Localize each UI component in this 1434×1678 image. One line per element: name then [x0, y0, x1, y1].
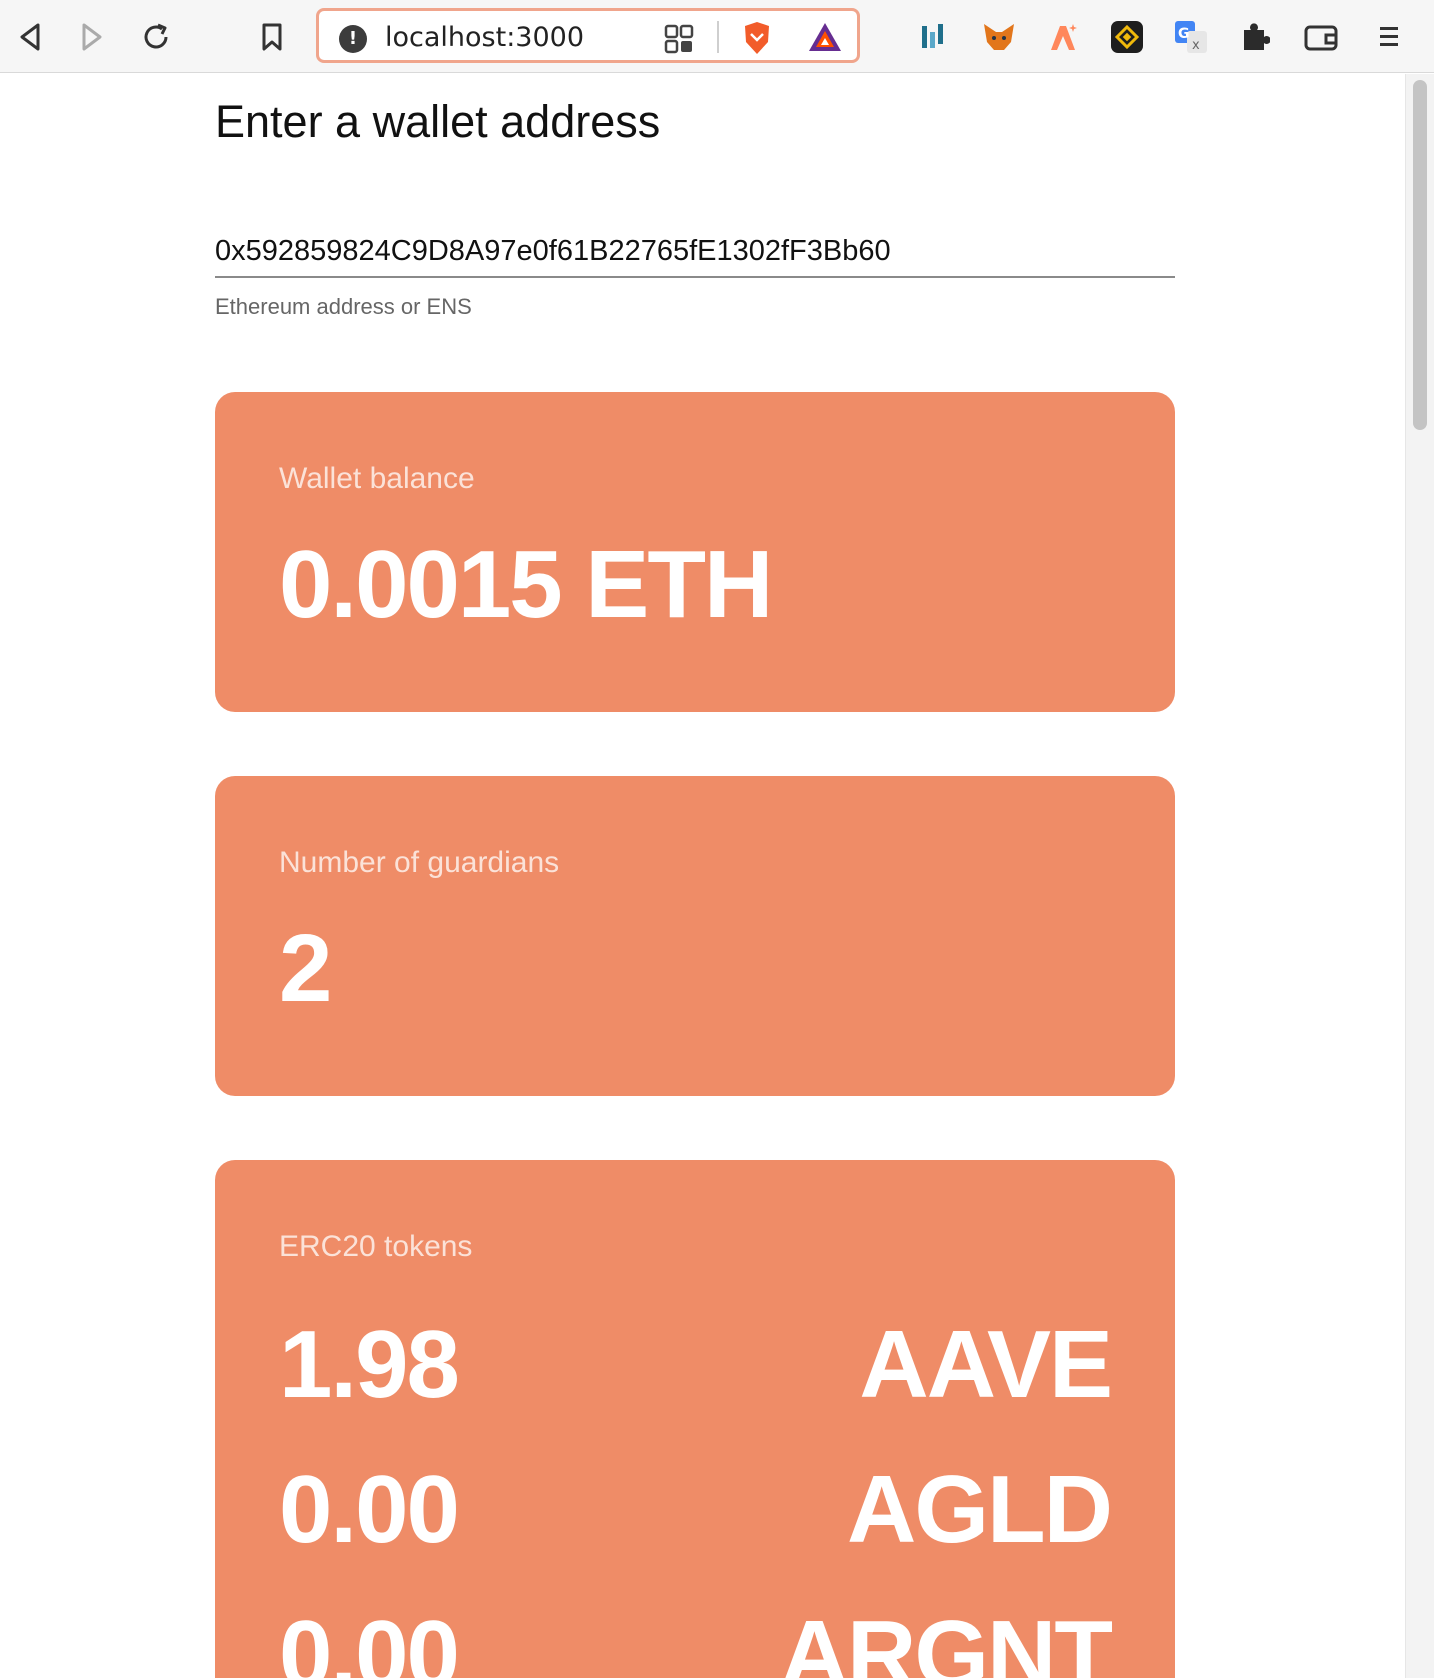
wallet-balance-card: Wallet balance 0.0015 ETH	[215, 392, 1175, 712]
forward-button[interactable]	[72, 17, 112, 57]
argent-extension-icon[interactable]	[1044, 18, 1082, 56]
guardians-count: 2	[279, 915, 332, 1022]
token-row: 0.00 AGLD	[279, 1455, 1113, 1565]
browser-toolbar: ! localhost:3000 Gx	[0, 0, 1434, 73]
back-arrow-icon	[20, 23, 40, 51]
address-bar-divider	[717, 21, 719, 53]
reload-icon	[144, 23, 168, 49]
token-symbol: ARGNT	[779, 1601, 1113, 1678]
page-viewport: Enter a wallet address Ethereum address …	[0, 74, 1405, 1678]
qr-code-icon[interactable]	[664, 24, 694, 54]
binance-wallet-icon[interactable]	[1108, 18, 1146, 56]
bookmark-icon	[262, 23, 282, 51]
token-amount: 0.00	[279, 1456, 460, 1563]
scrollbar-thumb[interactable]	[1413, 80, 1427, 430]
wallet-icon[interactable]	[1302, 18, 1340, 56]
brave-rewards-icon[interactable]	[807, 21, 843, 53]
extension-bars-icon[interactable]	[914, 18, 952, 56]
puzzle-extensions-icon[interactable]	[1236, 18, 1274, 56]
erc20-tokens-label: ERC20 tokens	[279, 1230, 473, 1263]
svg-text:x: x	[1192, 38, 1200, 53]
guardians-card: Number of guardians 2	[215, 776, 1175, 1096]
address-bar[interactable]: ! localhost:3000	[316, 8, 860, 63]
menu-icon[interactable]	[1370, 18, 1408, 56]
svg-text:G: G	[1178, 26, 1190, 42]
token-amount: 1.98	[279, 1311, 460, 1418]
guardians-label: Number of guardians	[279, 846, 560, 879]
wallet-address-input[interactable]	[215, 226, 1175, 278]
brave-shields-icon[interactable]	[741, 20, 773, 56]
forward-arrow-icon	[82, 23, 102, 51]
token-symbol: AGLD	[847, 1456, 1113, 1563]
site-info-icon[interactable]: !	[339, 25, 367, 53]
google-translate-icon[interactable]: Gx	[1172, 18, 1210, 56]
reload-button[interactable]	[136, 17, 176, 57]
page-title: Enter a wallet address	[215, 96, 661, 147]
page-scrollbar[interactable]	[1405, 74, 1434, 1678]
url-text[interactable]: localhost:3000	[385, 22, 584, 54]
token-row: 1.98 AAVE	[279, 1310, 1113, 1420]
back-button[interactable]	[10, 17, 50, 57]
metamask-fox-icon[interactable]	[980, 18, 1018, 56]
token-row: 0.00 ARGNT	[279, 1600, 1113, 1678]
wallet-balance-label: Wallet balance	[279, 462, 475, 495]
token-amount: 0.00	[279, 1601, 460, 1678]
address-helper-text: Ethereum address or ENS	[215, 294, 472, 319]
erc20-tokens-card: ERC20 tokens 1.98 AAVE 0.00 AGLD 0.00 AR…	[215, 1160, 1175, 1678]
token-symbol: AAVE	[859, 1311, 1113, 1418]
bookmark-button[interactable]	[252, 17, 292, 57]
wallet-balance-value: 0.0015 ETH	[279, 531, 773, 638]
